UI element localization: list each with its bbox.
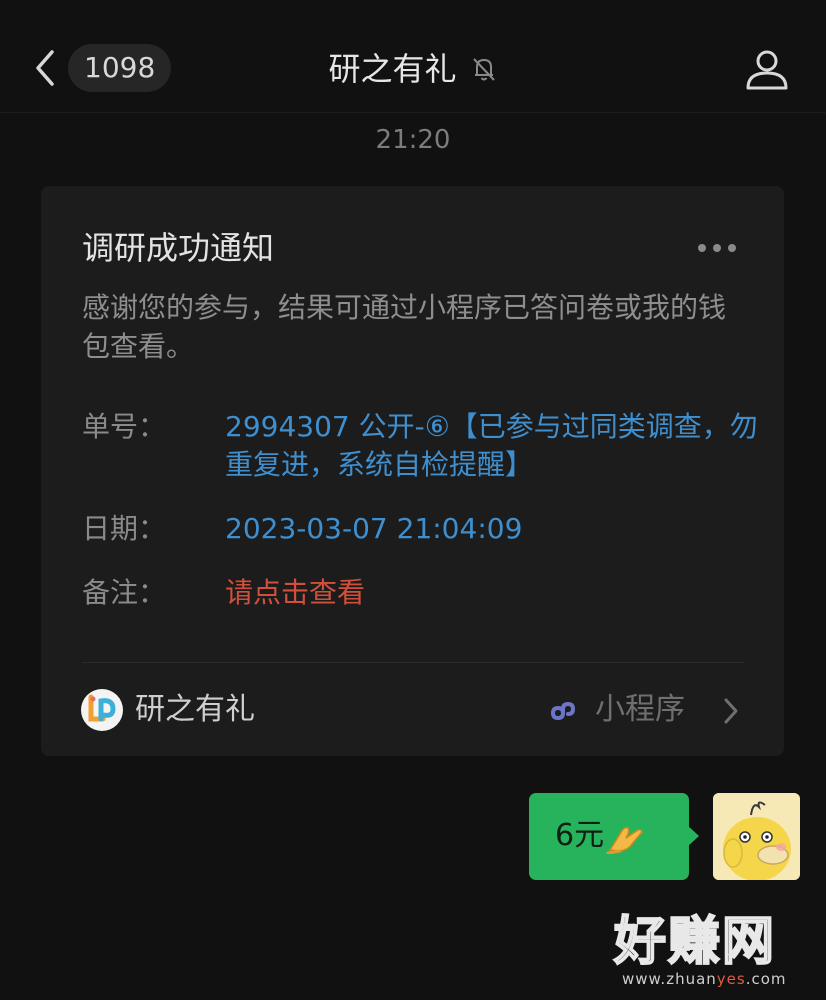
chat-header: 1098 研之有礼 xyxy=(0,0,826,113)
remark-value[interactable]: 请点击查看 xyxy=(225,574,765,612)
profile-icon[interactable] xyxy=(744,46,790,92)
message-timestamp: 21:20 xyxy=(375,125,451,155)
muted-bell-icon xyxy=(472,58,495,81)
chevron-right-icon[interactable] xyxy=(721,696,741,726)
order-number-value: 2994307 公开-⑥【已参与过同类调查，勿重复进，系统自检提醒】 xyxy=(225,410,758,481)
sent-message-bubble[interactable]: 6元 xyxy=(529,793,689,880)
chat-title-area: 研之有礼 xyxy=(0,44,826,94)
message-text: 6元 xyxy=(555,818,605,853)
notification-card[interactable]: 调研成功通知 感谢您的参与，结果可通过小程序已答问卷或我的钱包查看。 单号： 2… xyxy=(41,186,784,756)
more-options-icon[interactable] xyxy=(697,242,737,254)
remark-label: 备注： xyxy=(82,576,167,609)
chat-title[interactable]: 研之有礼 xyxy=(328,50,456,88)
mini-program-link-icon xyxy=(550,701,576,720)
card-description: 感谢您的参与，结果可通过小程序已答问卷或我的钱包查看。 xyxy=(82,291,727,363)
user-avatar[interactable] xyxy=(713,793,800,880)
card-title: 调研成功通知 xyxy=(82,229,275,267)
bubble-tail xyxy=(687,825,699,847)
folded-hands-emoji-icon xyxy=(606,826,643,854)
mini-program-logo xyxy=(81,689,123,731)
date-value: 2023-03-07 21:04:09 xyxy=(225,512,523,545)
watermark-url: www.zhuanyes.com xyxy=(622,970,787,988)
message-text-row: 6元 xyxy=(555,815,644,857)
card-divider xyxy=(82,662,744,663)
mini-program-type-label[interactable]: 小程序 xyxy=(595,688,685,732)
order-number-label: 单号： xyxy=(82,410,167,443)
date-label: 日期： xyxy=(82,512,167,545)
mini-program-name[interactable]: 研之有礼 xyxy=(135,688,255,732)
watermark-text: 好赚网 xyxy=(613,911,777,973)
watermark-logo: 好赚网 www.zhuanyes.com xyxy=(613,911,814,992)
